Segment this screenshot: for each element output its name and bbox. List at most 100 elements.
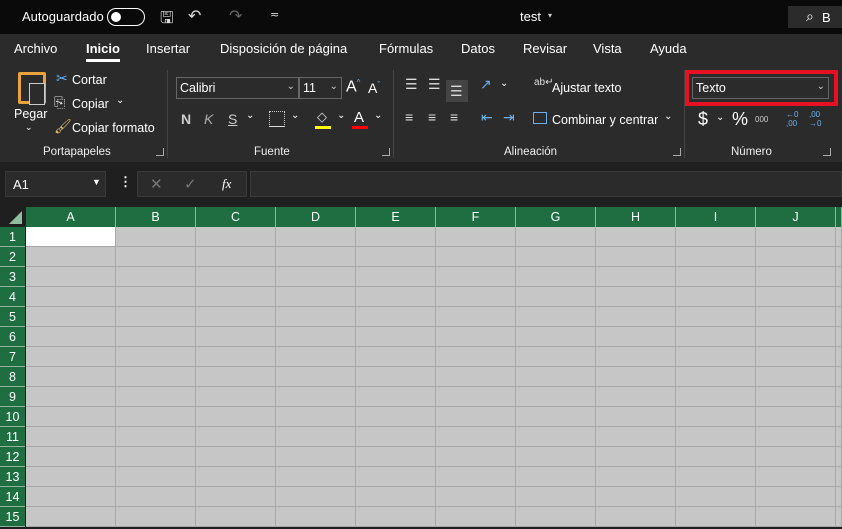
cell[interactable] <box>26 447 116 467</box>
cell[interactable] <box>836 227 842 247</box>
decrease-font-icon[interactable]: Aˇ <box>368 80 380 96</box>
row-header-7[interactable]: 7 <box>0 347 25 367</box>
cell[interactable] <box>196 227 276 247</box>
cell[interactable] <box>676 327 756 347</box>
cell[interactable] <box>26 307 116 327</box>
cell[interactable] <box>276 347 356 367</box>
cell[interactable] <box>276 427 356 447</box>
cell[interactable] <box>276 307 356 327</box>
row-header-6[interactable]: 6 <box>0 327 25 347</box>
number-format-select[interactable]: Texto ⌄ <box>692 77 829 99</box>
cell[interactable] <box>26 347 116 367</box>
column-header-E[interactable]: E <box>356 207 436 227</box>
cell[interactable] <box>596 487 676 507</box>
cell[interactable] <box>276 387 356 407</box>
column-header-H[interactable]: H <box>596 207 676 227</box>
cell[interactable] <box>596 367 676 387</box>
cell[interactable] <box>756 327 836 347</box>
cell[interactable] <box>116 447 196 467</box>
cell[interactable] <box>836 387 842 407</box>
cell[interactable] <box>116 267 196 287</box>
row-header-15[interactable]: 15 <box>0 507 25 527</box>
cell[interactable] <box>676 267 756 287</box>
row-header-2[interactable]: 2 <box>0 247 25 267</box>
dialog-launcher-icon[interactable] <box>823 148 831 156</box>
cell[interactable] <box>756 287 836 307</box>
paste-icon[interactable] <box>18 72 46 105</box>
cell[interactable] <box>356 507 436 527</box>
chevron-down-icon[interactable]: ⌄ <box>716 112 724 123</box>
cell[interactable] <box>436 287 516 307</box>
cell[interactable] <box>836 327 842 347</box>
insert-function-button[interactable]: fx <box>222 176 231 192</box>
tab-archivo[interactable]: Archivo <box>14 41 57 56</box>
cell[interactable] <box>196 387 276 407</box>
formula-input[interactable] <box>250 171 842 197</box>
column-header-C[interactable]: C <box>196 207 276 227</box>
cell[interactable] <box>26 367 116 387</box>
fill-color-icon[interactable]: ◇ <box>317 109 327 125</box>
column-header-B[interactable]: B <box>116 207 196 227</box>
cut-button[interactable]: Cortar <box>72 73 107 87</box>
row-header-12[interactable]: 12 <box>0 447 25 467</box>
wrap-text-button[interactable]: Ajustar texto <box>552 81 621 95</box>
column-header-J[interactable]: J <box>756 207 836 227</box>
cell[interactable] <box>436 227 516 247</box>
cell[interactable] <box>116 247 196 267</box>
cell[interactable] <box>196 447 276 467</box>
orientation-icon[interactable]: ↗ <box>480 76 492 93</box>
cell[interactable] <box>196 287 276 307</box>
cell[interactable] <box>196 407 276 427</box>
cell[interactable] <box>26 247 116 267</box>
cell[interactable] <box>116 287 196 307</box>
cell[interactable] <box>116 467 196 487</box>
increase-indent-icon[interactable]: ⇥ <box>503 109 515 126</box>
cell[interactable] <box>596 387 676 407</box>
column-header-F[interactable]: F <box>436 207 516 227</box>
chevron-down-icon[interactable]: ⌄ <box>291 110 299 121</box>
cell[interactable] <box>26 287 116 307</box>
cell[interactable] <box>836 287 842 307</box>
search-box[interactable]: ⌕ B <box>788 6 842 28</box>
cell[interactable] <box>26 507 116 527</box>
cell[interactable] <box>196 427 276 447</box>
row-header-13[interactable]: 13 <box>0 467 25 487</box>
cell[interactable] <box>116 427 196 447</box>
cell[interactable] <box>436 467 516 487</box>
column-header-G[interactable]: G <box>516 207 596 227</box>
cell[interactable] <box>836 367 842 387</box>
cell[interactable] <box>196 307 276 327</box>
font-name-select[interactable]: Calibri ⌄ <box>176 77 299 99</box>
cell[interactable] <box>116 347 196 367</box>
align-bottom-button[interactable]: ☰ <box>446 80 468 102</box>
autosave-toggle[interactable] <box>107 8 145 26</box>
cell[interactable] <box>436 367 516 387</box>
paste-button[interactable]: Pegar <box>14 107 47 121</box>
cell[interactable] <box>196 487 276 507</box>
align-right-icon[interactable]: ≡ <box>450 109 458 125</box>
copy-button[interactable]: Copiar <box>72 97 109 111</box>
cell[interactable] <box>756 387 836 407</box>
chevron-down-icon[interactable]: ⌄ <box>116 95 124 106</box>
enter-icon[interactable]: ✓ <box>184 175 197 193</box>
cancel-icon[interactable]: ✕ <box>150 175 163 193</box>
tab-vista[interactable]: Vista <box>593 41 622 56</box>
cell[interactable] <box>676 407 756 427</box>
cell[interactable] <box>836 247 842 267</box>
cell[interactable] <box>276 407 356 427</box>
cell[interactable] <box>356 427 436 447</box>
cell[interactable] <box>676 427 756 447</box>
tab-revisar[interactable]: Revisar <box>523 41 567 56</box>
cell[interactable] <box>356 467 436 487</box>
cell[interactable] <box>356 407 436 427</box>
save-icon[interactable]: 🖫 <box>160 7 174 34</box>
cell[interactable] <box>26 387 116 407</box>
cell[interactable] <box>596 267 676 287</box>
cell[interactable] <box>516 487 596 507</box>
cell[interactable] <box>436 507 516 527</box>
cell[interactable] <box>836 307 842 327</box>
row-header-4[interactable]: 4 <box>0 287 25 307</box>
chevron-down-icon[interactable]: ▾ <box>548 11 552 20</box>
name-box[interactable]: A1 ▼ <box>5 171 106 197</box>
cell[interactable] <box>276 447 356 467</box>
